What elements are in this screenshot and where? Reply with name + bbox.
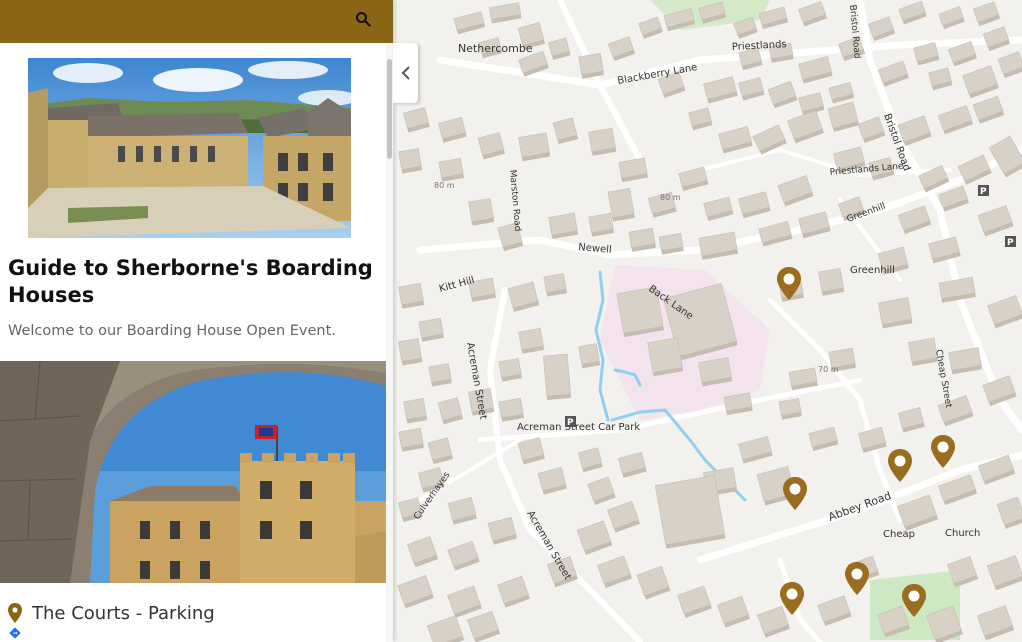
page-subtitle: Welcome to our Boarding House Open Event… xyxy=(8,323,336,339)
page-title: Guide to Sherborne's Boarding Houses xyxy=(8,256,373,307)
building-block xyxy=(778,398,802,420)
building-block xyxy=(588,212,614,237)
sidebar-scrollbar[interactable] xyxy=(386,43,393,642)
building-block xyxy=(543,273,567,297)
svg-text:P: P xyxy=(980,187,987,197)
collapse-sidebar-button[interactable] xyxy=(393,43,418,103)
search-icon xyxy=(356,12,371,27)
sidebar-panel: Guide to Sherborne's Boarding Houses Wel… xyxy=(0,0,393,642)
scrollbar-thumb[interactable] xyxy=(387,59,392,159)
building-block xyxy=(588,127,617,156)
building-block xyxy=(498,397,524,422)
building-block xyxy=(398,338,423,366)
location-photo xyxy=(0,361,386,583)
label-nethercombe: Nethercombe xyxy=(458,42,533,55)
hero-photo xyxy=(28,58,351,238)
building-block xyxy=(498,358,522,382)
label-car-park: Acreman Street Car Park xyxy=(517,422,640,433)
search-button[interactable] xyxy=(350,6,376,32)
svg-text:P: P xyxy=(1007,238,1014,248)
building-block xyxy=(548,212,579,240)
building-block xyxy=(398,282,425,309)
sidebar-content[interactable]: Guide to Sherborne's Boarding Houses Wel… xyxy=(0,43,386,642)
building-block xyxy=(878,297,913,329)
building-block xyxy=(647,337,684,377)
building-block xyxy=(398,427,424,452)
building-block xyxy=(578,343,601,369)
building-block xyxy=(518,132,551,162)
label-elevation-80a: 80 m xyxy=(434,181,455,190)
building-block xyxy=(543,353,572,400)
building-block xyxy=(578,52,605,79)
building-block xyxy=(818,267,845,296)
location-row[interactable]: The Courts - Parking xyxy=(8,600,378,626)
directions-icon[interactable] xyxy=(9,627,21,639)
svg-text:P: P xyxy=(567,418,574,428)
chevron-left-icon xyxy=(401,66,410,80)
location-label: The Courts - Parking xyxy=(32,602,215,624)
label-cheap: Cheap xyxy=(883,529,915,540)
building-block xyxy=(698,357,733,387)
label-elevation-80b: 80 m xyxy=(660,193,681,202)
building-block xyxy=(438,157,464,182)
building-block xyxy=(403,398,428,424)
top-bar xyxy=(0,0,393,43)
building-block xyxy=(428,363,452,387)
label-church: Church xyxy=(945,528,980,539)
building-block xyxy=(518,327,545,354)
building-block xyxy=(468,197,495,226)
building-block xyxy=(654,474,726,549)
label-greenhill-b: Greenhill xyxy=(850,265,895,276)
building-block xyxy=(398,148,423,174)
building-block xyxy=(658,232,684,255)
building-block xyxy=(418,317,444,342)
map-pin-icon xyxy=(8,603,22,623)
building-block xyxy=(628,227,656,252)
label-elevation-70: 70 m xyxy=(818,365,839,374)
